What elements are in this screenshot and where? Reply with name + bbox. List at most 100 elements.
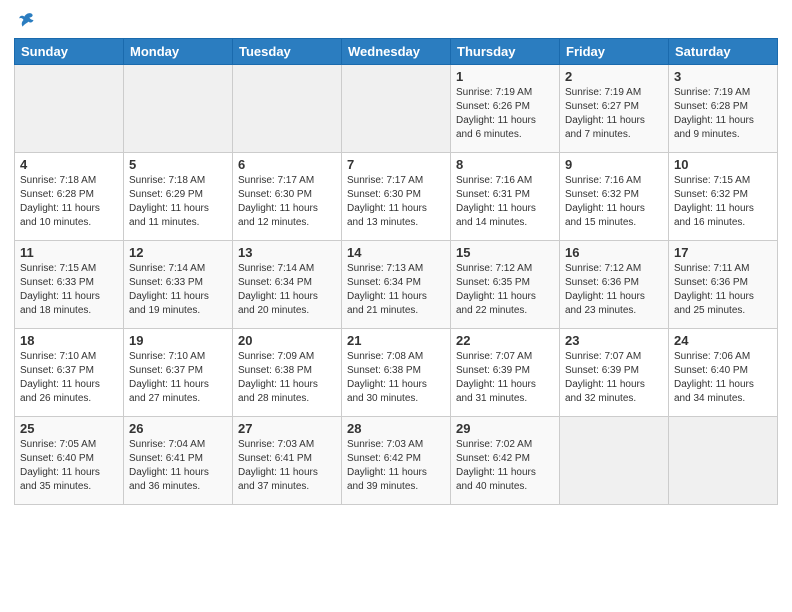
- day-cell: [560, 417, 669, 505]
- day-info: Sunrise: 7:19 AM Sunset: 6:27 PM Dayligh…: [565, 86, 663, 142]
- day-info: Sunrise: 7:17 AM Sunset: 6:30 PM Dayligh…: [347, 174, 445, 230]
- day-number: 4: [20, 157, 118, 172]
- day-cell: 3 Sunrise: 7:19 AM Sunset: 6:28 PM Daylig…: [669, 65, 778, 153]
- day-info: Sunrise: 7:18 AM Sunset: 6:29 PM Dayligh…: [129, 174, 227, 230]
- day-number: 15: [456, 245, 554, 260]
- day-cell: 23Sunrise: 7:07 AM Sunset: 6:39 PM Dayli…: [560, 329, 669, 417]
- day-cell: 16 Sunrise: 7:12 AM Sunset: 6:36 PM Dayli…: [560, 241, 669, 329]
- logo-area: [14, 10, 38, 30]
- header-day-saturday: Saturday: [669, 39, 778, 65]
- day-cell: 6Sunrise: 7:17 AM Sunset: 6:30 PM Daylig…: [233, 153, 342, 241]
- day-number: 28: [347, 421, 445, 436]
- day-info: Sunrise: 7:12 AM Sunset: 6:35 PM Dayligh…: [456, 262, 554, 318]
- day-info: Sunrise: 7:15 AM Sunset: 6:32 PM Dayligh…: [674, 174, 772, 230]
- day-number: 11: [20, 245, 118, 260]
- day-info: Sunrise: 7:02 AM Sunset: 6:42 PM Dayligh…: [456, 438, 554, 494]
- header-day-sunday: Sunday: [15, 39, 124, 65]
- week-row-1: 1 Sunrise: 7:19 AM Sunset: 6:26 PM Daylig…: [15, 65, 778, 153]
- day-cell: 2 Sunrise: 7:19 AM Sunset: 6:27 PM Daylig…: [560, 65, 669, 153]
- day-number: 16: [565, 245, 663, 260]
- day-cell: 28Sunrise: 7:03 AM Sunset: 6:42 PM Dayli…: [342, 417, 451, 505]
- day-number: 18: [20, 333, 118, 348]
- week-row-2: 4 Sunrise: 7:18 AM Sunset: 6:28 PM Daylig…: [15, 153, 778, 241]
- day-cell: [342, 65, 451, 153]
- day-info: Sunrise: 7:14 AM Sunset: 6:33 PM Dayligh…: [129, 262, 227, 318]
- day-number: 7: [347, 157, 445, 172]
- day-info: Sunrise: 7:13 AM Sunset: 6:34 PM Dayligh…: [347, 262, 445, 318]
- day-info: Sunrise: 7:18 AM Sunset: 6:28 PM Dayligh…: [20, 174, 118, 230]
- day-info: Sunrise: 7:05 AM Sunset: 6:40 PM Dayligh…: [20, 438, 118, 494]
- day-info: Sunrise: 7:19 AM Sunset: 6:26 PM Dayligh…: [456, 86, 554, 142]
- day-info: Sunrise: 7:03 AM Sunset: 6:41 PM Dayligh…: [238, 438, 336, 494]
- header-day-tuesday: Tuesday: [233, 39, 342, 65]
- day-number: 29: [456, 421, 554, 436]
- day-cell: 29 Sunrise: 7:02 AM Sunset: 6:42 PM Dayli…: [451, 417, 560, 505]
- header-day-monday: Monday: [124, 39, 233, 65]
- day-number: 24: [674, 333, 772, 348]
- day-number: 13: [238, 245, 336, 260]
- day-number: 2: [565, 69, 663, 84]
- day-info: Sunrise: 7:11 AM Sunset: 6:36 PM Dayligh…: [674, 262, 772, 318]
- header-row: SundayMondayTuesdayWednesdayThursdayFrid…: [15, 39, 778, 65]
- day-cell: 25 Sunrise: 7:05 AM Sunset: 6:40 PM Dayli…: [15, 417, 124, 505]
- day-number: 21: [347, 333, 445, 348]
- day-info: Sunrise: 7:10 AM Sunset: 6:37 PM Dayligh…: [129, 350, 227, 406]
- day-cell: 19 Sunrise: 7:10 AM Sunset: 6:37 PM Dayli…: [124, 329, 233, 417]
- day-cell: 20 Sunrise: 7:09 AM Sunset: 6:38 PM Dayli…: [233, 329, 342, 417]
- page: SundayMondayTuesdayWednesdayThursdayFrid…: [0, 0, 792, 612]
- day-info: Sunrise: 7:16 AM Sunset: 6:31 PM Dayligh…: [456, 174, 554, 230]
- day-cell: 22Sunrise: 7:07 AM Sunset: 6:39 PM Dayli…: [451, 329, 560, 417]
- day-number: 14: [347, 245, 445, 260]
- day-number: 12: [129, 245, 227, 260]
- logo-bird-icon: [16, 10, 36, 30]
- day-cell: 15 Sunrise: 7:12 AM Sunset: 6:35 PM Dayli…: [451, 241, 560, 329]
- calendar-table: SundayMondayTuesdayWednesdayThursdayFrid…: [14, 38, 778, 505]
- day-cell: 13 Sunrise: 7:14 AM Sunset: 6:34 PM Dayli…: [233, 241, 342, 329]
- day-number: 1: [456, 69, 554, 84]
- day-cell: 26Sunrise: 7:04 AM Sunset: 6:41 PM Dayli…: [124, 417, 233, 505]
- day-cell: 24 Sunrise: 7:06 AM Sunset: 6:40 PM Dayli…: [669, 329, 778, 417]
- day-cell: 10 Sunrise: 7:15 AM Sunset: 6:32 PM Dayli…: [669, 153, 778, 241]
- day-number: 25: [20, 421, 118, 436]
- day-cell: [124, 65, 233, 153]
- day-info: Sunrise: 7:09 AM Sunset: 6:38 PM Dayligh…: [238, 350, 336, 406]
- day-cell: 11 Sunrise: 7:15 AM Sunset: 6:33 PM Dayli…: [15, 241, 124, 329]
- header-day-friday: Friday: [560, 39, 669, 65]
- day-cell: [233, 65, 342, 153]
- day-number: 10: [674, 157, 772, 172]
- day-cell: 8 Sunrise: 7:16 AM Sunset: 6:31 PM Daylig…: [451, 153, 560, 241]
- day-number: 8: [456, 157, 554, 172]
- header: [14, 10, 778, 30]
- day-info: Sunrise: 7:04 AM Sunset: 6:41 PM Dayligh…: [129, 438, 227, 494]
- day-number: 9: [565, 157, 663, 172]
- day-info: Sunrise: 7:10 AM Sunset: 6:37 PM Dayligh…: [20, 350, 118, 406]
- day-number: 22: [456, 333, 554, 348]
- day-info: Sunrise: 7:12 AM Sunset: 6:36 PM Dayligh…: [565, 262, 663, 318]
- day-cell: [15, 65, 124, 153]
- header-day-wednesday: Wednesday: [342, 39, 451, 65]
- week-row-5: 25 Sunrise: 7:05 AM Sunset: 6:40 PM Dayli…: [15, 417, 778, 505]
- day-info: Sunrise: 7:15 AM Sunset: 6:33 PM Dayligh…: [20, 262, 118, 318]
- day-number: 19: [129, 333, 227, 348]
- day-info: Sunrise: 7:14 AM Sunset: 6:34 PM Dayligh…: [238, 262, 336, 318]
- day-cell: 9 Sunrise: 7:16 AM Sunset: 6:32 PM Daylig…: [560, 153, 669, 241]
- day-number: 20: [238, 333, 336, 348]
- day-number: 5: [129, 157, 227, 172]
- day-cell: 14 Sunrise: 7:13 AM Sunset: 6:34 PM Dayli…: [342, 241, 451, 329]
- day-number: 23: [565, 333, 663, 348]
- day-number: 27: [238, 421, 336, 436]
- day-info: Sunrise: 7:19 AM Sunset: 6:28 PM Dayligh…: [674, 86, 772, 142]
- day-cell: 18 Sunrise: 7:10 AM Sunset: 6:37 PM Dayli…: [15, 329, 124, 417]
- day-cell: 1 Sunrise: 7:19 AM Sunset: 6:26 PM Daylig…: [451, 65, 560, 153]
- week-row-3: 11 Sunrise: 7:15 AM Sunset: 6:33 PM Dayli…: [15, 241, 778, 329]
- day-cell: 7 Sunrise: 7:17 AM Sunset: 6:30 PM Daylig…: [342, 153, 451, 241]
- week-row-4: 18 Sunrise: 7:10 AM Sunset: 6:37 PM Dayli…: [15, 329, 778, 417]
- day-info: Sunrise: 7:06 AM Sunset: 6:40 PM Dayligh…: [674, 350, 772, 406]
- day-cell: [669, 417, 778, 505]
- day-info: Sunrise: 7:17 AM Sunset: 6:30 PM Dayligh…: [238, 174, 336, 230]
- day-cell: 17Sunrise: 7:11 AM Sunset: 6:36 PM Dayli…: [669, 241, 778, 329]
- header-day-thursday: Thursday: [451, 39, 560, 65]
- day-cell: 21Sunrise: 7:08 AM Sunset: 6:38 PM Dayli…: [342, 329, 451, 417]
- day-number: 3: [674, 69, 772, 84]
- day-info: Sunrise: 7:16 AM Sunset: 6:32 PM Dayligh…: [565, 174, 663, 230]
